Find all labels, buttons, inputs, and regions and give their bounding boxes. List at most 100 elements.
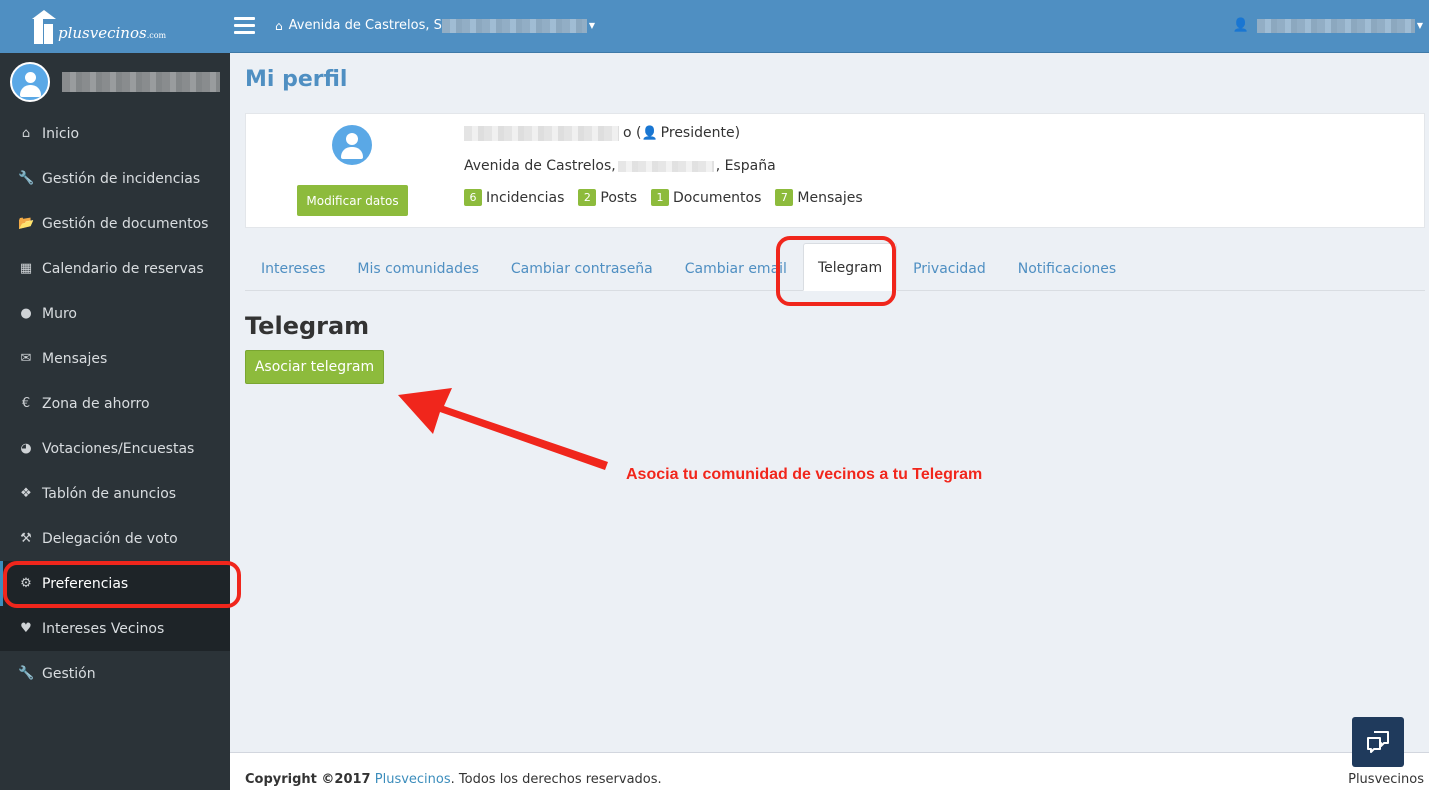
envelope-icon: ✉ <box>20 351 32 366</box>
user-name-redacted <box>62 72 220 92</box>
user-name-redacted <box>1256 18 1415 33</box>
calendar-icon: ▦ <box>19 261 33 276</box>
tab-intereses[interactable]: Intereses <box>245 248 341 290</box>
stat-badge: 7 <box>775 189 794 206</box>
profile-card: Modificar datos o ( 👤 Presidente) Avenid… <box>245 113 1425 228</box>
footer-brand: Plusvecinos <box>1348 772 1424 787</box>
stat-posts[interactable]: 2 Posts <box>578 189 637 206</box>
brand-name: plusvecinos.com <box>58 23 167 42</box>
tab-telegram[interactable]: Telegram <box>802 243 898 291</box>
community-selector[interactable]: ⌂ Avenida de Castrelos, S ▼ <box>275 18 595 33</box>
profile-avatar <box>332 125 372 165</box>
sidebar-item-mensajes[interactable]: ✉ Mensajes <box>0 336 230 381</box>
brand-logo[interactable]: plusvecinos.com <box>0 0 230 53</box>
sidebar-item-incidencias[interactable]: 🔧 Gestión de incidencias <box>0 156 230 201</box>
caret-down-icon: ▼ <box>1416 21 1423 30</box>
folder-icon: 📂 <box>18 216 35 231</box>
address-redacted <box>617 160 714 172</box>
chat-icon <box>1367 731 1389 753</box>
sidebar-item-label: Gestión de incidencias <box>42 170 201 187</box>
home-icon: ⌂ <box>21 126 31 141</box>
address-prefix: Avenida de Castrelos, <box>464 158 616 174</box>
stat-badge: 2 <box>578 189 597 206</box>
sidebar-item-inicio[interactable]: ⌂ Inicio <box>0 111 230 156</box>
caret-down-icon: ▼ <box>588 21 596 30</box>
pie-chart-icon: ◕ <box>20 441 32 456</box>
heart-icon: ♥ <box>20 621 32 636</box>
logo-mark: plusvecinos.com <box>32 9 167 44</box>
sidebar-item-preferencias[interactable]: ⚙ Preferencias <box>0 561 230 606</box>
sidebar-item-muro[interactable]: ● Muro <box>0 291 230 336</box>
copyright-suffix: . Todos los derechos reservados. <box>450 772 662 787</box>
stat-badge: 1 <box>651 189 670 206</box>
sidebar-item-label: Zona de ahorro <box>42 395 150 412</box>
user-menu[interactable]: 👤 ▼ <box>1233 18 1423 33</box>
tab-cambiar-contrasena[interactable]: Cambiar contraseña <box>495 248 669 290</box>
stat-label: Incidencias <box>486 189 565 206</box>
associate-telegram-button[interactable]: Asociar telegram <box>245 350 384 384</box>
sidebar-item-label: Gestión de documentos <box>42 215 209 232</box>
page-title: Mi perfil <box>245 67 348 92</box>
sidebar-item-label: Inicio <box>42 125 80 142</box>
gavel-icon: ⚒ <box>20 531 32 546</box>
sidebar-item-label: Votaciones/Encuestas <box>42 440 195 457</box>
sidebar-item-anuncios[interactable]: ❖ Tablón de anuncios <box>0 471 230 516</box>
tab-cambiar-email[interactable]: Cambiar email <box>669 248 803 290</box>
sidebar-item-label: Delegación de voto <box>42 530 178 547</box>
sidebar-item-label: Intereses Vecinos <box>42 620 165 637</box>
house-logo-icon <box>32 9 56 44</box>
comments-icon: ● <box>20 306 32 321</box>
chat-button[interactable] <box>1352 717 1404 767</box>
sidebar: plusvecinos.com ⌂ Inicio 🔧 Gestión de inci… <box>0 0 230 790</box>
address-suffix: , España <box>715 158 776 174</box>
footer-link[interactable]: Plusvecinos <box>375 772 451 787</box>
sidebar-item-ahorro[interactable]: € Zona de ahorro <box>0 381 230 426</box>
user-plus-icon: 👤 <box>641 125 658 141</box>
stat-documentos[interactable]: 1 Documentos <box>651 189 761 206</box>
tab-mis-comunidades[interactable]: Mis comunidades <box>341 248 495 290</box>
profile-role: Presidente) <box>660 125 741 141</box>
stat-badge: 6 <box>464 189 482 206</box>
sidebar-item-gestion[interactable]: 🔧 Gestión <box>0 651 230 696</box>
stat-label: Mensajes <box>797 189 863 206</box>
hamburger-icon[interactable] <box>234 17 255 35</box>
euro-icon: € <box>21 396 31 411</box>
stat-incidencias[interactable]: 6 Incidencias <box>464 189 564 206</box>
tags-icon: ❖ <box>20 486 32 501</box>
annotation-text: Asocia tu comunidad de vecinos a tu Tele… <box>626 466 983 483</box>
stat-label: Documentos <box>673 189 762 206</box>
sidebar-item-label: Calendario de reservas <box>42 260 204 277</box>
stat-label: Posts <box>600 189 638 206</box>
edit-profile-button[interactable]: Modificar datos <box>297 185 408 216</box>
cogs-icon: ⚙ <box>20 576 32 591</box>
sidebar-item-documentos[interactable]: 📂 Gestión de documentos <box>0 201 230 246</box>
sidebar-item-label: Preferencias <box>42 575 129 592</box>
main-content: Mi perfil Modificar datos o ( 👤 Presiden… <box>230 53 1429 790</box>
profile-stats: 6 Incidencias 2 Posts 1 Documentos 7 Mensaje… <box>464 189 877 206</box>
tab-privacidad[interactable]: Privacidad <box>897 248 1002 290</box>
profile-name-redacted <box>464 125 619 141</box>
sidebar-item-delegacion[interactable]: ⚒ Delegación de voto <box>0 516 230 561</box>
community-address: Avenida de Castrelos, S <box>288 18 442 33</box>
copyright: Copyright ©2017 Plusvecinos. Todos los d… <box>245 772 662 787</box>
role-prefix: o ( <box>623 125 642 141</box>
sidebar-item-label: Gestión <box>42 665 96 682</box>
sidebar-item-calendario[interactable]: ▦ Calendario de reservas <box>0 246 230 291</box>
sidebar-menu: ⌂ Inicio 🔧 Gestión de incidencias 📂 Gestión… <box>0 111 230 696</box>
home-icon: ⌂ <box>275 18 283 33</box>
user-panel[interactable] <box>0 53 230 111</box>
sidebar-item-votaciones[interactable]: ◕ Votaciones/Encuestas <box>0 426 230 471</box>
tab-notificaciones[interactable]: Notificaciones <box>1002 248 1132 290</box>
profile-tabs: Intereses Mis comunidades Cambiar contra… <box>245 243 1425 291</box>
wrench-icon: 🔧 <box>18 171 35 186</box>
address-redacted <box>441 18 587 33</box>
profile-name-line: o ( 👤 Presidente) <box>464 125 740 141</box>
stat-mensajes[interactable]: 7 Mensajes <box>775 189 863 206</box>
sidebar-item-label: Mensajes <box>42 350 108 367</box>
avatar <box>10 62 50 102</box>
sidebar-item-intereses[interactable]: ♥ Intereses Vecinos <box>0 606 230 651</box>
sidebar-item-label: Tablón de anuncios <box>42 485 177 502</box>
top-header: ⌂ Avenida de Castrelos, S ▼ 👤 ▼ <box>230 0 1429 53</box>
sidebar-item-label: Muro <box>42 305 77 322</box>
copyright-prefix: Copyright ©2017 <box>245 772 371 787</box>
